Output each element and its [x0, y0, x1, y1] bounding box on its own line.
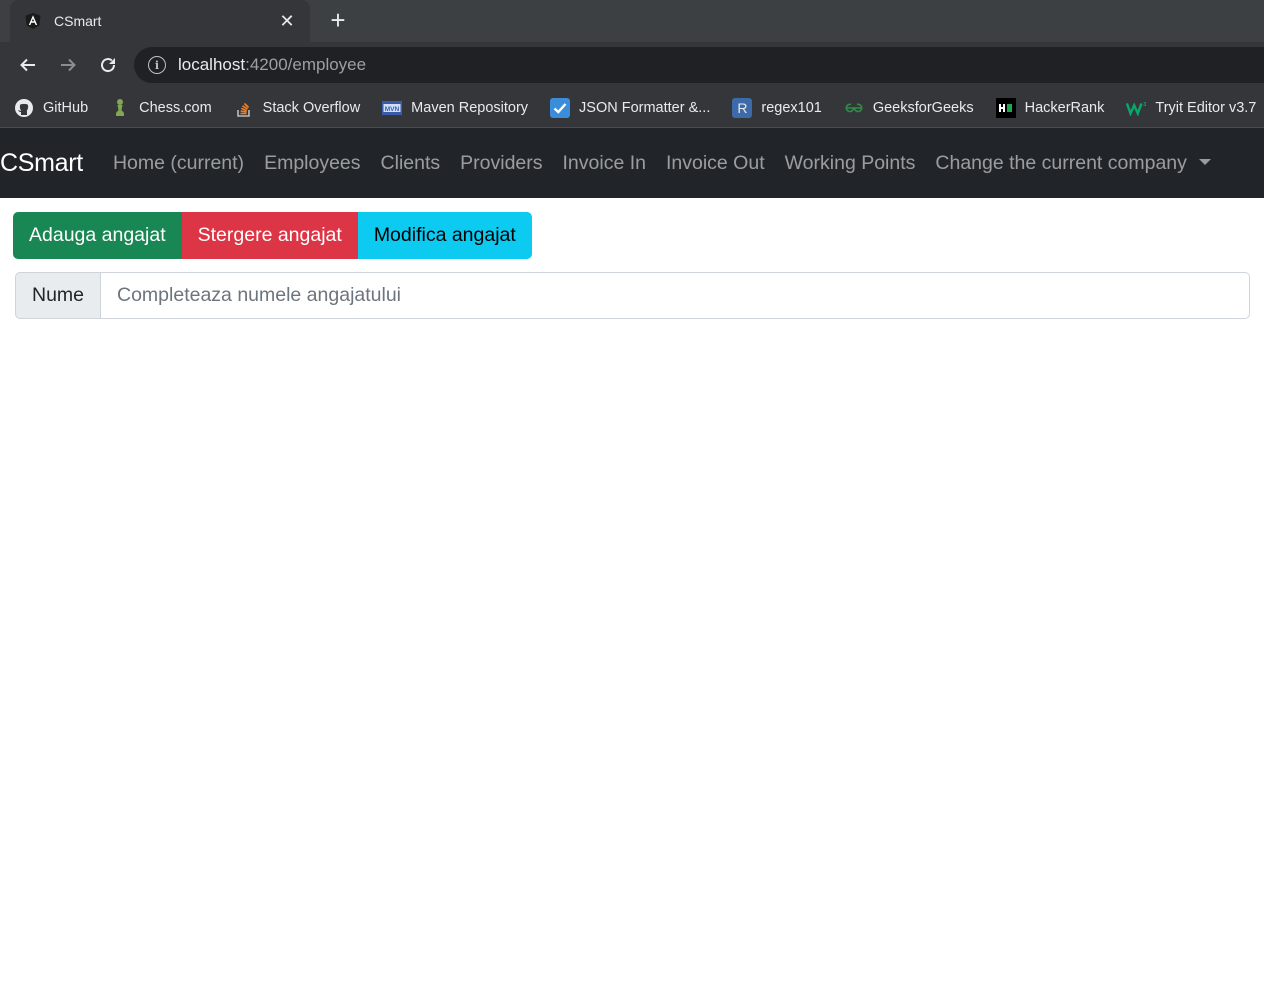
bookmark-label: HackerRank — [1024, 99, 1105, 116]
maven-icon: MVN — [382, 98, 403, 118]
arrow-right-icon[interactable] — [52, 49, 84, 81]
tab-title: CSmart — [54, 13, 102, 29]
bookmark-github[interactable]: GitHub — [14, 98, 88, 118]
bookmark-maven[interactable]: MVN Maven Repository — [382, 98, 528, 118]
employee-name-input[interactable] — [101, 272, 1250, 319]
dropdown-label: Change the current company — [935, 151, 1187, 174]
browser-tab[interactable]: CSmart ✕ — [10, 0, 310, 42]
bookmark-json-formatter[interactable]: JSON Formatter &... — [550, 97, 711, 118]
add-employee-button[interactable]: Adauga angajat — [13, 212, 182, 259]
name-label: Nume — [15, 272, 101, 319]
nav-working-points[interactable]: Working Points — [785, 152, 916, 175]
nav-home[interactable]: Home (current) — [113, 152, 244, 175]
angular-icon — [24, 12, 42, 30]
bookmark-label: Tryit Editor v3.7 — [1155, 99, 1257, 116]
arrow-left-icon[interactable] — [12, 49, 44, 81]
checkmark-icon — [550, 97, 571, 118]
app-navbar: CSmart Home (current) Employees Clients … — [0, 128, 1264, 198]
svg-text:MVN: MVN — [385, 105, 400, 112]
regex-icon: R — [732, 97, 753, 118]
bookmark-label: Chess.com — [139, 99, 212, 116]
geeksforgeeks-icon — [844, 98, 864, 118]
w3schools-icon: 3 — [1126, 98, 1146, 118]
svg-text:3: 3 — [1144, 102, 1147, 108]
nav-employees[interactable]: Employees — [264, 152, 360, 175]
bookmark-label: GeeksforGeeks — [872, 99, 974, 116]
address-host: localhost — [178, 55, 246, 74]
bookmark-regex101[interactable]: R regex101 — [732, 97, 822, 118]
delete-employee-button[interactable]: Stergere angajat — [181, 212, 358, 259]
bookmark-label: JSON Formatter &... — [579, 99, 711, 116]
bookmark-geeksforgeeks[interactable]: GeeksforGeeks — [844, 98, 974, 118]
nav-providers[interactable]: Providers — [460, 152, 542, 175]
nav-invoice-in[interactable]: Invoice In — [563, 152, 646, 175]
hackerrank-icon — [995, 97, 1016, 118]
navbar-brand[interactable]: CSmart — [0, 149, 83, 178]
github-icon — [14, 98, 34, 118]
bookmark-chess[interactable]: Chess.com — [110, 98, 212, 118]
info-icon[interactable]: i — [148, 56, 166, 74]
bookmark-label: Stack Overflow — [262, 99, 361, 116]
bookmark-label: GitHub — [43, 99, 89, 116]
name-input-group: Nume — [15, 272, 1250, 319]
employee-actions: Adauga angajat Stergere angajat Modifica… — [13, 212, 532, 259]
address-bar[interactable]: i localhost:4200/employee — [134, 47, 1264, 83]
address-path: :4200/employee — [245, 55, 367, 74]
nav-change-company-dropdown[interactable]: Change the current company — [935, 151, 1211, 175]
bookmark-tryit-editor[interactable]: 3 Tryit Editor v3.7 — [1126, 98, 1256, 118]
close-icon[interactable]: ✕ — [278, 11, 296, 32]
caret-down-icon — [1198, 158, 1211, 165]
bookmark-label: regex101 — [761, 99, 822, 116]
bookmarks-bar: GitHub Chess.com Stack Overflow MVN Mave… — [0, 88, 1264, 128]
bookmark-label: Maven Repository — [411, 99, 529, 116]
chess-pawn-icon — [110, 98, 130, 118]
modify-employee-button[interactable]: Modifica angajat — [357, 212, 532, 259]
nav-invoice-out[interactable]: Invoice Out — [666, 152, 765, 175]
nav-clients[interactable]: Clients — [381, 152, 441, 175]
plus-icon[interactable]: + — [326, 7, 350, 34]
browser-tabstrip: CSmart ✕ + — [0, 0, 1264, 42]
bookmark-hackerrank[interactable]: HackerRank — [995, 97, 1105, 118]
bookmark-stackoverflow[interactable]: Stack Overflow — [234, 98, 361, 118]
reload-icon[interactable] — [92, 49, 124, 81]
stackoverflow-icon — [234, 98, 254, 118]
browser-toolbar: i localhost:4200/employee — [0, 42, 1264, 88]
